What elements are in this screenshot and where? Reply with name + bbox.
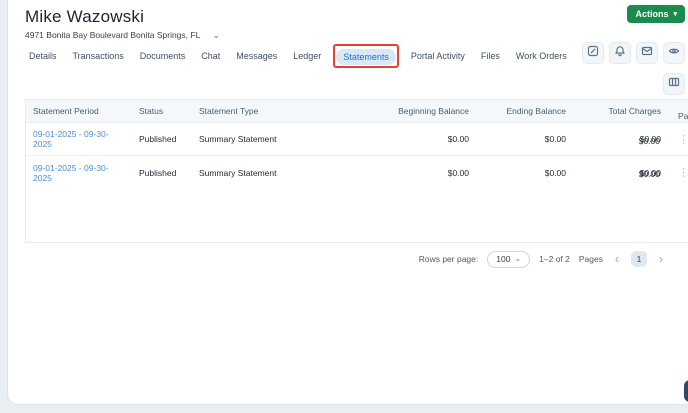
column-header-statement-period: Statement Period: [33, 106, 99, 116]
actions-button[interactable]: Actions ▾: [627, 5, 685, 23]
chevron-down-icon: ⌄: [514, 254, 522, 263]
tab-work-orders[interactable]: Work Orders: [512, 48, 571, 64]
bell-icon: [614, 44, 626, 62]
total-payments-cell: $0.00: [638, 169, 660, 179]
statement-type-cell: Summary Statement: [199, 167, 277, 178]
actions-button-label: Actions: [635, 9, 669, 19]
chevron-down-icon[interactable]: ⌄: [212, 31, 220, 40]
address-text: 4971 Bonita Bay Boulevard Bonita Springs…: [25, 30, 201, 40]
edit-button[interactable]: [582, 42, 604, 64]
beginning-balance-cell: $0.00: [447, 167, 469, 178]
tab-portal-activity[interactable]: Portal Activity: [407, 48, 469, 64]
statement-period-link[interactable]: 09-01-2025 - 09-30-2025: [26, 129, 132, 149]
status-cell: Published: [139, 134, 177, 144]
chat-widget-button[interactable]: [684, 380, 688, 402]
previous-page-button[interactable]: ‹: [612, 252, 622, 266]
tab-transactions[interactable]: Transactions: [69, 48, 128, 64]
status-cell: Published: [139, 167, 177, 178]
pages-label: Pages: [578, 254, 603, 264]
statement-type-cell: Summary Statement: [199, 134, 277, 144]
pagination-bar: Rows per page: 100 ⌄ 1–2 of 2 Pages ‹ 1 …: [25, 244, 680, 274]
email-button[interactable]: [636, 42, 658, 64]
mail-icon: [641, 44, 653, 62]
pagination-range: 1–2 of 2: [539, 254, 570, 264]
rows-per-page-select[interactable]: 100 ⌄: [487, 250, 531, 268]
columns-icon: [668, 75, 680, 93]
edit-icon: [587, 44, 599, 62]
tab-documents[interactable]: Documents: [136, 48, 190, 64]
ending-balance-cell: $0.00: [544, 134, 566, 144]
column-settings-button[interactable]: [663, 73, 685, 95]
row-menu-kebab-icon[interactable]: ⋮: [671, 133, 688, 146]
rows-per-page-value: 100: [496, 254, 511, 264]
total-payments-cell: $0.00: [638, 136, 660, 146]
rows-per-page-label: Rows per page:: [418, 254, 479, 264]
address-selector[interactable]: 4971 Bonita Bay Boulevard Bonita Springs…: [25, 30, 220, 40]
column-header-statement-type: Statement Type: [199, 106, 259, 116]
column-header-total-payments: Total Payments: [678, 111, 688, 121]
statements-tab-highlight-box: Statements: [333, 44, 399, 68]
column-header-ending-balance: Ending Balance: [506, 106, 566, 116]
tab-chat[interactable]: Chat: [197, 48, 224, 64]
tab-bar: Details Transactions Documents Chat Mess…: [25, 44, 571, 68]
ending-balance-cell: $0.00: [544, 167, 566, 178]
eye-icon: [668, 44, 680, 62]
tab-statements[interactable]: Statements: [336, 49, 396, 65]
view-button[interactable]: [663, 42, 685, 64]
tab-messages[interactable]: Messages: [232, 48, 281, 64]
toolbar-icon-buttons: [582, 42, 685, 64]
statement-period-link[interactable]: 09-01-2025 - 09-30-2025: [26, 163, 132, 183]
page-title: Mike Wazowski: [25, 7, 145, 26]
table-header-row: Statement Period Status Statement Type B…: [26, 100, 688, 123]
column-header-status: Status: [139, 106, 164, 116]
tab-details[interactable]: Details: [25, 48, 61, 64]
contact-detail-card: Mike Wazowski 4971 Bonita Bay Boulevard …: [8, 0, 688, 404]
notifications-button[interactable]: [609, 42, 631, 64]
chevron-down-icon: ▾: [673, 10, 677, 18]
row-menu-kebab-icon[interactable]: ⋮: [671, 166, 688, 179]
next-page-button[interactable]: ›: [656, 252, 666, 266]
column-header-total-charges: Total Charges: [608, 106, 661, 116]
page-number-button[interactable]: 1: [631, 251, 647, 267]
beginning-balance-cell: $0.00: [447, 134, 469, 144]
column-header-beginning-balance: Beginning Balance: [398, 106, 469, 116]
tab-ledger[interactable]: Ledger: [289, 48, 325, 64]
tab-files[interactable]: Files: [477, 48, 504, 64]
